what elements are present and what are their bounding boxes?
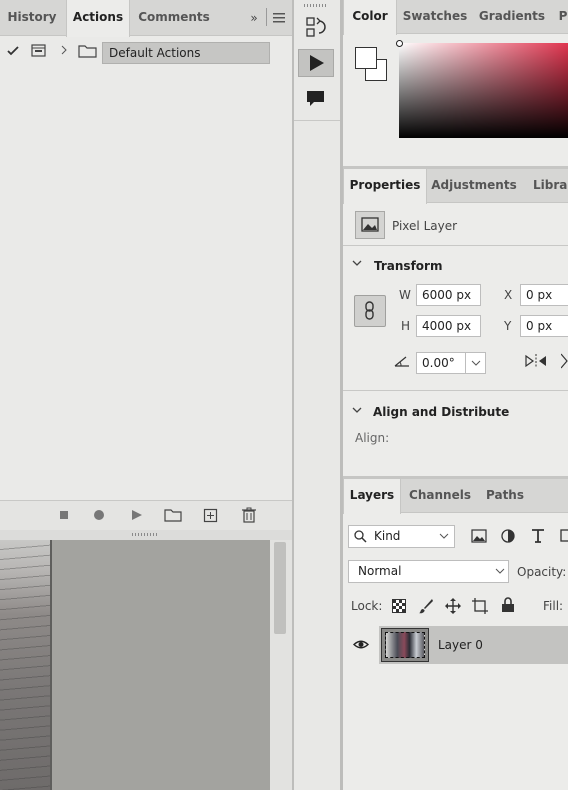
tab-comments[interactable]: Comments bbox=[132, 0, 216, 36]
tab-properties[interactable]: Properties bbox=[343, 169, 427, 204]
properties-panel: Properties Adjustments Librar Pixel Laye… bbox=[343, 169, 568, 477]
trash-icon[interactable] bbox=[241, 507, 257, 523]
lock-transparency-icon[interactable] bbox=[392, 599, 406, 613]
filter-pixel-icon[interactable] bbox=[471, 529, 487, 543]
expand-chevron-icon[interactable] bbox=[60, 44, 68, 56]
dialog-toggle-icon[interactable] bbox=[31, 44, 47, 58]
lock-position-icon[interactable] bbox=[445, 598, 461, 614]
blend-mode-value: Normal bbox=[358, 564, 402, 578]
tab-patterns[interactable]: P bbox=[553, 0, 568, 36]
color-panel: Color Swatches Gradients P bbox=[343, 0, 568, 168]
tab-actions[interactable]: Actions bbox=[66, 0, 130, 37]
fill-label: Fill: bbox=[543, 599, 564, 613]
new-set-icon[interactable] bbox=[164, 508, 182, 522]
x-label: X bbox=[504, 288, 513, 302]
tab-swatches[interactable]: Swatches bbox=[399, 0, 471, 36]
panel-resize-grip[interactable] bbox=[0, 530, 292, 540]
flip-horizontal-icon[interactable] bbox=[525, 353, 547, 369]
align-distribute-title[interactable]: Align and Distribute bbox=[373, 405, 509, 419]
lock-label: Lock: bbox=[351, 599, 383, 613]
angle-dropdown[interactable] bbox=[465, 353, 485, 373]
tab-adjustments[interactable]: Adjustments bbox=[429, 169, 519, 205]
actions-tabbar: History Actions Comments » bbox=[0, 0, 292, 37]
x-input[interactable]: 0 px bbox=[520, 284, 568, 306]
photo-image bbox=[0, 540, 50, 790]
layer-type-label: Pixel Layer bbox=[392, 219, 458, 233]
panel-collapse-icon[interactable]: » bbox=[246, 10, 262, 26]
lock-pixels-brush-icon[interactable] bbox=[418, 598, 434, 614]
actions-panel-button[interactable] bbox=[298, 49, 334, 77]
layer-row[interactable]: Layer 0 bbox=[343, 626, 568, 664]
history-states-icon[interactable] bbox=[306, 16, 328, 38]
filter-kind-value: Kind bbox=[374, 529, 401, 543]
record-icon[interactable] bbox=[93, 509, 105, 521]
align-chevron-icon[interactable] bbox=[352, 406, 362, 414]
lock-all-icon[interactable] bbox=[501, 597, 515, 613]
pixel-layer-icon bbox=[355, 211, 385, 239]
link-dimensions-button[interactable] bbox=[354, 295, 386, 327]
divider bbox=[266, 8, 267, 26]
opacity-label: Opacity: bbox=[517, 565, 567, 579]
collapsed-panel-strip bbox=[294, 0, 340, 790]
thumbnail-image bbox=[385, 632, 425, 658]
scrollbar-thumb[interactable] bbox=[274, 542, 286, 634]
filter-type-icon[interactable] bbox=[531, 528, 545, 543]
y-label: Y bbox=[504, 319, 512, 333]
tab-paths[interactable]: Paths bbox=[479, 479, 531, 515]
blend-mode-select[interactable]: Normal bbox=[348, 560, 509, 583]
comments-panel-icon[interactable] bbox=[306, 89, 326, 109]
new-action-icon[interactable] bbox=[203, 508, 219, 524]
color-field[interactable] bbox=[396, 40, 568, 138]
tab-libraries[interactable]: Librar bbox=[521, 169, 568, 205]
filter-adjustment-icon[interactable] bbox=[501, 529, 515, 543]
color-swatches bbox=[355, 47, 389, 83]
play-icon[interactable] bbox=[130, 509, 144, 521]
search-icon bbox=[354, 530, 367, 543]
chevron-down-icon bbox=[495, 566, 505, 576]
folder-icon bbox=[78, 44, 98, 58]
filter-shape-icon[interactable] bbox=[560, 528, 568, 543]
height-label: H bbox=[401, 319, 411, 333]
strip-grip[interactable] bbox=[304, 4, 328, 7]
color-picker-cursor[interactable] bbox=[396, 40, 403, 47]
tab-history[interactable]: History bbox=[0, 0, 64, 36]
angle-icon bbox=[394, 355, 410, 367]
height-input[interactable]: 4000 px bbox=[416, 315, 481, 337]
layer-thumbnail[interactable] bbox=[381, 628, 429, 662]
y-input[interactable]: 0 px bbox=[520, 315, 568, 337]
tab-color[interactable]: Color bbox=[343, 0, 397, 35]
stop-icon[interactable] bbox=[58, 509, 70, 521]
transform-title[interactable]: Transform bbox=[374, 259, 442, 273]
transform-chevron-icon[interactable] bbox=[352, 259, 362, 267]
actions-panel: History Actions Comments » Default Actio… bbox=[0, 0, 292, 530]
action-set-row[interactable]: Default Actions bbox=[0, 40, 292, 66]
vertical-scrollbar[interactable] bbox=[270, 540, 292, 790]
layers-panel: Layers Channels Paths Kind Normal Opacit… bbox=[343, 479, 568, 790]
panel-menu-icon[interactable] bbox=[272, 10, 286, 26]
filter-kind-select[interactable]: Kind bbox=[348, 525, 455, 548]
actions-toolbar bbox=[0, 500, 292, 530]
width-label: W bbox=[399, 288, 411, 302]
layer-name[interactable]: Layer 0 bbox=[438, 638, 483, 652]
visibility-eye-icon[interactable] bbox=[353, 639, 369, 650]
chevron-down-icon bbox=[439, 531, 449, 541]
tab-gradients[interactable]: Gradients bbox=[473, 0, 551, 36]
flip-vertical-icon[interactable] bbox=[561, 353, 568, 369]
align-label: Align: bbox=[355, 431, 390, 445]
tab-layers[interactable]: Layers bbox=[343, 479, 401, 514]
width-input[interactable]: 6000 px bbox=[416, 284, 481, 306]
tab-channels[interactable]: Channels bbox=[403, 479, 477, 515]
checkmark-icon[interactable] bbox=[6, 45, 20, 57]
lock-artboard-icon[interactable] bbox=[472, 598, 488, 614]
document-canvas[interactable] bbox=[0, 540, 292, 790]
foreground-color-swatch[interactable] bbox=[355, 47, 377, 69]
action-set-name[interactable]: Default Actions bbox=[102, 42, 270, 64]
